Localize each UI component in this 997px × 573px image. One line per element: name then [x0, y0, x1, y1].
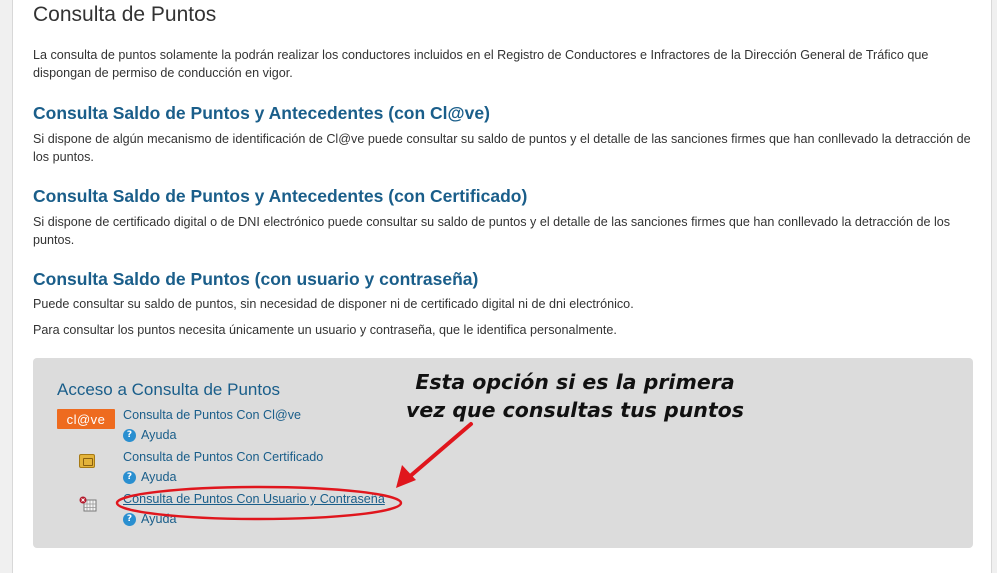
help-label: Ayuda [141, 428, 177, 442]
intro-text: La consulta de puntos solamente la podrá… [33, 48, 929, 80]
text-clave: Si dispone de algún mecanismo de identif… [33, 132, 971, 164]
annotation-text: Esta opción si es la primera vez que con… [385, 368, 765, 424]
clave-logo-icon: cl@ve [57, 409, 115, 429]
help-clave[interactable]: ? Ayuda [123, 428, 176, 442]
link-consulta-clave[interactable]: Consulta de Puntos Con Cl@ve [123, 408, 301, 422]
heading-clave: Consulta Saldo de Puntos y Antecedentes … [33, 103, 490, 123]
link-consulta-usuario[interactable]: Consulta de Puntos Con Usuario y Contras… [123, 492, 385, 506]
text-usuario-2: Para consultar los puntos necesita única… [33, 323, 617, 337]
user-password-icon [79, 496, 97, 512]
annotation-line-2: vez que consultas tus puntos [406, 398, 744, 422]
help-icon: ? [123, 470, 136, 484]
help-label: Ayuda [141, 512, 177, 526]
text-usuario-1: Puede consultar su saldo de puntos, sin … [33, 297, 634, 311]
chip-card-icon [79, 454, 95, 468]
help-icon: ? [123, 512, 136, 526]
help-label: Ayuda [141, 470, 177, 484]
heading-usuario: Consulta Saldo de Puntos (con usuario y … [33, 269, 479, 289]
help-icon: ? [123, 428, 136, 442]
page-content: Consulta de Puntos La consulta de puntos… [12, 0, 992, 573]
page-title: Consulta de Puntos [33, 3, 217, 26]
heading-certificado: Consulta Saldo de Puntos y Antecedentes … [33, 186, 528, 206]
help-certificado[interactable]: ? Ayuda [123, 470, 176, 484]
text-certificado: Si dispone de certificado digital o de D… [33, 215, 951, 247]
annotation-line-1: Esta opción si es la primera [415, 370, 735, 394]
link-consulta-certificado[interactable]: Consulta de Puntos Con Certificado [123, 450, 323, 464]
access-title: Acceso a Consulta de Puntos [57, 380, 281, 399]
help-usuario[interactable]: ? Ayuda [123, 512, 176, 526]
